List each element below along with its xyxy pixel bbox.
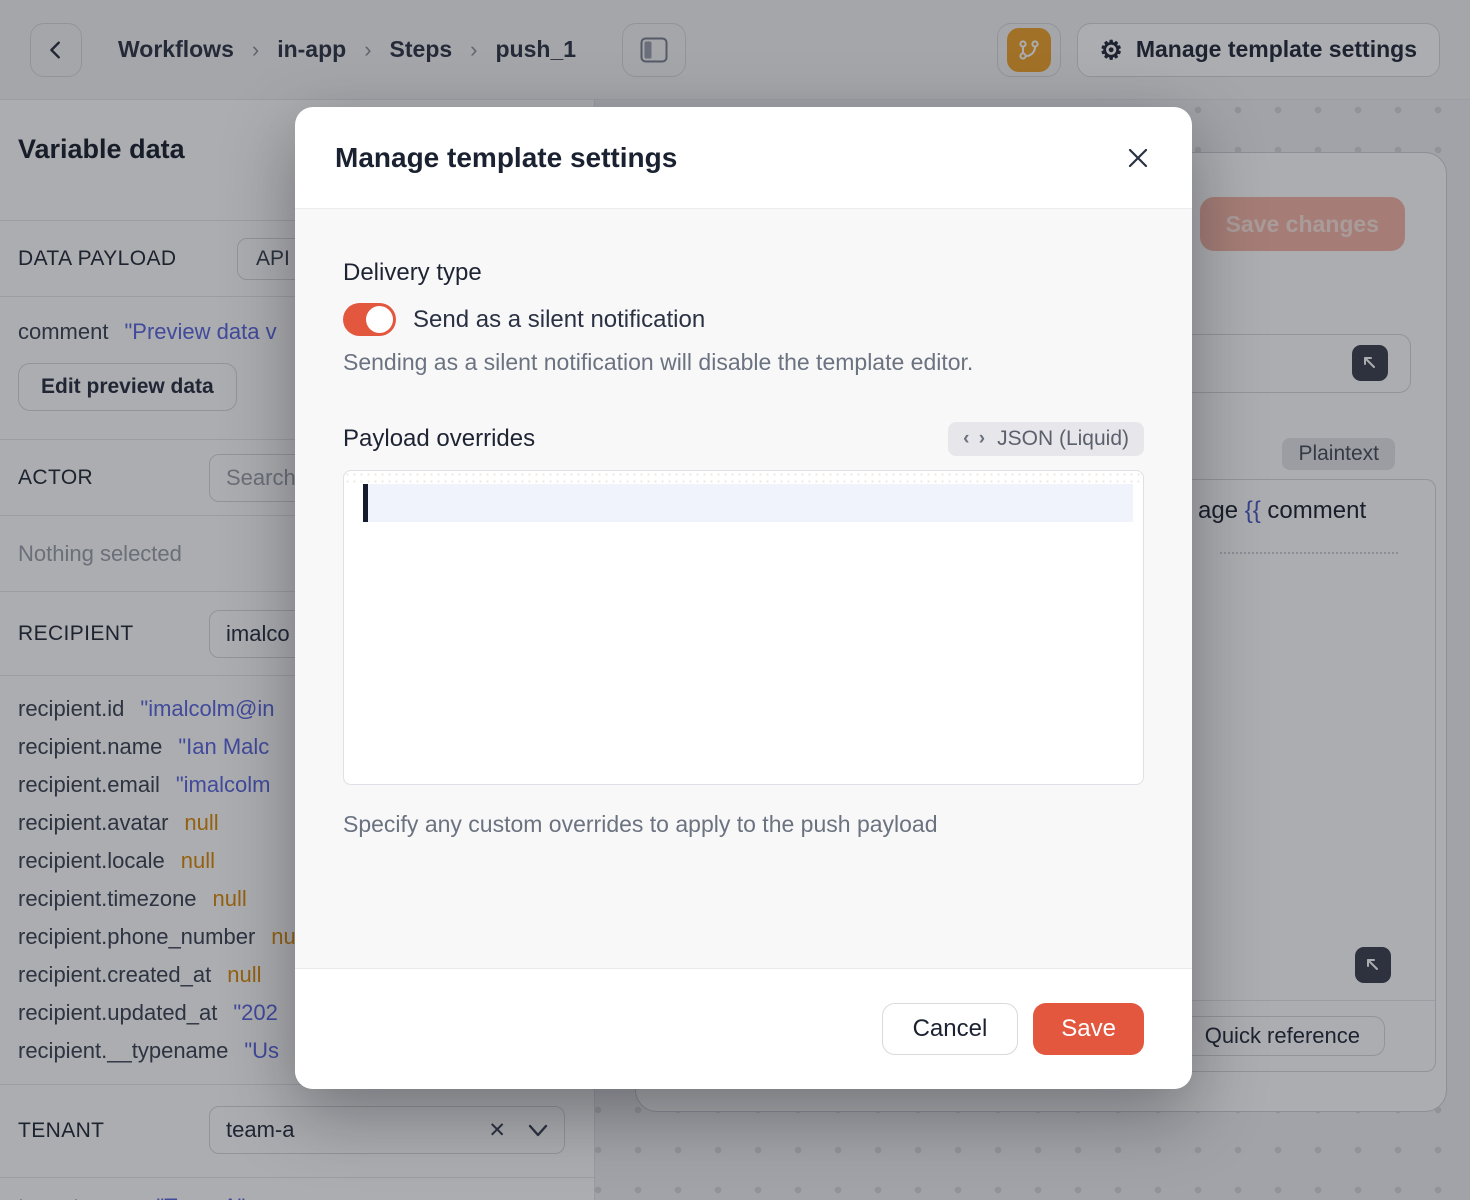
close-button[interactable] xyxy=(1124,144,1152,172)
manage-template-settings-modal: Manage template settings Delivery type S… xyxy=(295,107,1192,1089)
modal-body: Delivery type Send as a silent notificat… xyxy=(295,208,1192,968)
code-icon: ‹ › xyxy=(963,428,987,450)
editor-active-line xyxy=(363,484,1133,522)
silent-notification-toggle[interactable] xyxy=(343,303,396,336)
silent-notification-row: Send as a silent notification xyxy=(343,303,1144,336)
modal-title: Manage template settings xyxy=(335,142,677,174)
payload-overrides-editor[interactable] xyxy=(343,470,1144,785)
language-badge: ‹ › JSON (Liquid) xyxy=(948,422,1144,456)
cancel-button[interactable]: Cancel xyxy=(882,1003,1019,1055)
toggle-knob xyxy=(366,306,393,333)
save-button[interactable]: Save xyxy=(1033,1003,1144,1055)
silent-notification-label: Send as a silent notification xyxy=(413,306,705,334)
delivery-type-note: Sending as a silent notification will di… xyxy=(343,349,1144,376)
delivery-type-heading: Delivery type xyxy=(343,259,1144,287)
app-screen: Workflows › in-app › Steps › push_1 › xyxy=(0,0,1470,1200)
text-cursor xyxy=(363,484,368,522)
modal-footer: Cancel Save xyxy=(295,968,1192,1089)
modal-header: Manage template settings xyxy=(295,107,1192,208)
payload-overrides-heading: Payload overrides xyxy=(343,425,535,453)
language-badge-label: JSON (Liquid) xyxy=(997,427,1129,451)
payload-overrides-helper: Specify any custom overrides to apply to… xyxy=(343,811,1144,838)
close-icon xyxy=(1124,144,1152,172)
payload-overrides-heading-row: Payload overrides ‹ › JSON (Liquid) xyxy=(343,422,1144,456)
